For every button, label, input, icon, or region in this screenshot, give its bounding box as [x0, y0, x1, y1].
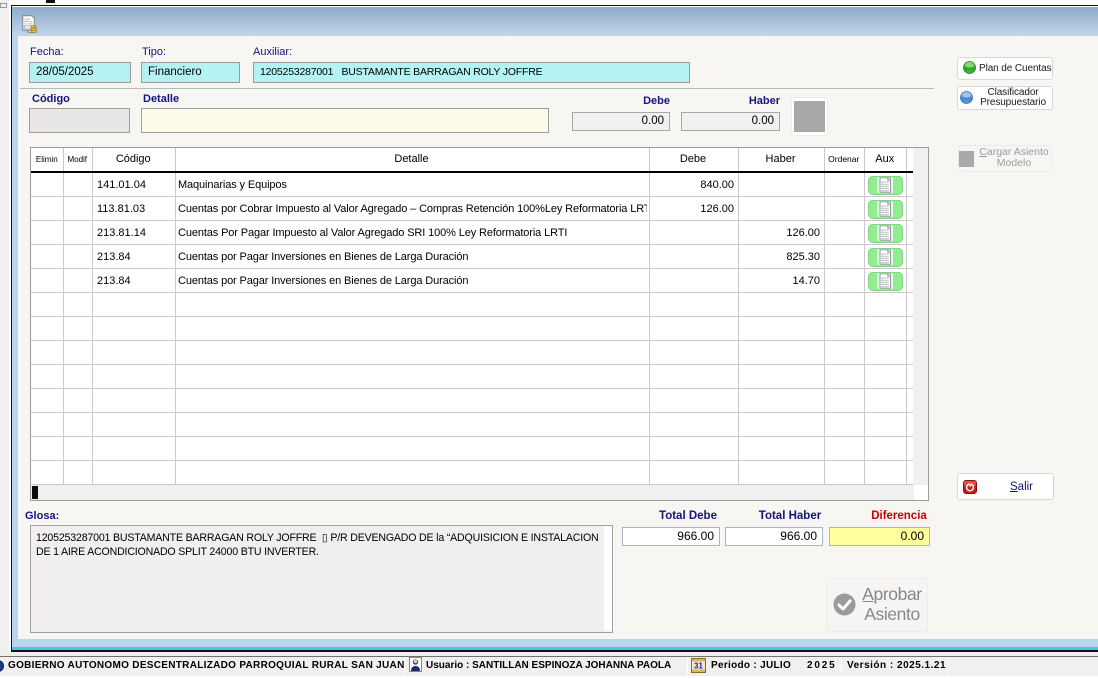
svg-text:31: 31 [694, 661, 703, 670]
